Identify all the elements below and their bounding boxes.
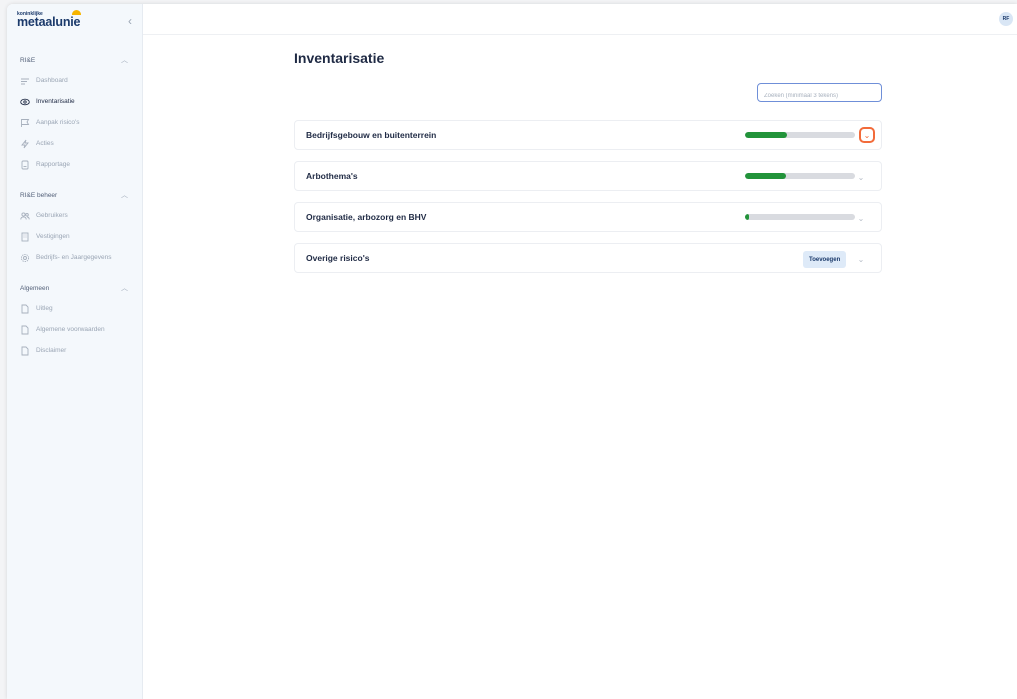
section-header[interactable]: RI&E beheer ︿ bbox=[7, 189, 142, 201]
flag-icon bbox=[20, 118, 30, 128]
section-title: Algemeen bbox=[20, 284, 50, 292]
gear-icon bbox=[20, 253, 30, 263]
chevron-up-icon: ︿ bbox=[121, 57, 128, 64]
logo-big-text: metaalunie bbox=[17, 14, 81, 29]
sidebar-item-acties[interactable]: Acties bbox=[7, 133, 142, 154]
row-title: Bedrijfsgebouw en buitenterrein bbox=[306, 130, 437, 140]
section-header[interactable]: RI&E ︿ bbox=[7, 54, 142, 66]
sidebar-item-label: Aanpak risico's bbox=[36, 119, 80, 126]
sidebar-item-inventarisatie[interactable]: Inventarisatie bbox=[7, 91, 142, 112]
row-title: Overige risico's bbox=[306, 253, 370, 263]
section-title: RI&E beheer bbox=[20, 191, 58, 199]
category-row-arbothemas[interactable]: Arbothema's ⌄ bbox=[294, 161, 882, 191]
sidebar-item-dashboard[interactable]: Dashboard bbox=[7, 70, 142, 91]
chevron-down-icon[interactable]: ⌄ bbox=[855, 212, 867, 224]
sidebar-item-label: Bedrijfs- en Jaargegevens bbox=[36, 254, 112, 261]
progress-fill bbox=[745, 132, 787, 138]
report-icon bbox=[20, 160, 30, 170]
sidebar-item-label: Inventarisatie bbox=[36, 98, 75, 105]
eye-icon bbox=[20, 97, 30, 107]
page-title: Inventarisatie bbox=[294, 50, 385, 66]
row-title: Arbothema's bbox=[306, 171, 358, 181]
chevron-down-icon[interactable]: ⌄ bbox=[855, 253, 867, 265]
sidebar-item-aanpak-risicos[interactable]: Aanpak risico's bbox=[7, 112, 142, 133]
users-icon bbox=[20, 211, 30, 221]
sidebar: koninklijke metaalunie ‹ RI&E ︿ Dashboar… bbox=[7, 4, 143, 699]
sidebar-item-label: Disclaimer bbox=[36, 347, 67, 354]
category-row-overige-risicos[interactable]: Overige risico's Toevoegen ⌄ bbox=[294, 243, 882, 273]
category-row-organisatie[interactable]: Organisatie, arbozorg en BHV ⌄ bbox=[294, 202, 882, 232]
chevron-up-icon: ︿ bbox=[121, 285, 128, 292]
sidebar-item-label: Vestigingen bbox=[36, 233, 70, 240]
sidebar-item-gebruikers[interactable]: Gebruikers bbox=[7, 205, 142, 226]
topbar: RF bbox=[143, 4, 1017, 35]
progress-bar bbox=[745, 214, 855, 220]
logo-sun-icon bbox=[72, 9, 81, 15]
list-icon bbox=[20, 76, 30, 86]
search-input[interactable] bbox=[758, 87, 881, 105]
sidebar-item-label: Rapportage bbox=[36, 161, 70, 168]
sidebar-section-rie: RI&E ︿ Dashboard Inventarisatie Aanpak r… bbox=[7, 54, 142, 175]
progress-fill bbox=[745, 173, 786, 179]
chevron-up-icon: ︿ bbox=[121, 192, 128, 199]
search-box bbox=[757, 83, 882, 105]
sidebar-item-vestigingen[interactable]: Vestigingen bbox=[7, 226, 142, 247]
sidebar-item-bedrijfsgegevens[interactable]: Bedrijfs- en Jaargegevens bbox=[7, 247, 142, 268]
sidebar-item-label: Algemene voorwaarden bbox=[36, 326, 105, 333]
sidebar-item-label: Acties bbox=[36, 140, 54, 147]
progress-fill bbox=[745, 214, 750, 220]
sidebar-item-algemene-voorwaarden[interactable]: Algemene voorwaarden bbox=[7, 319, 142, 340]
section-header[interactable]: Algemeen ︿ bbox=[7, 282, 142, 294]
sidebar-item-label: Uitleg bbox=[36, 305, 53, 312]
building-icon bbox=[20, 232, 30, 242]
sidebar-item-uitleg[interactable]: Uitleg bbox=[7, 298, 142, 319]
sidebar-section-algemeen: Algemeen ︿ Uitleg Algemene voorwaarden D… bbox=[7, 282, 142, 361]
document-icon bbox=[20, 325, 30, 335]
sidebar-section-rie-beheer: RI&E beheer ︿ Gebruikers Vestigingen Bed… bbox=[7, 189, 142, 268]
sidebar-item-disclaimer[interactable]: Disclaimer bbox=[7, 340, 142, 361]
sidebar-item-label: Dashboard bbox=[36, 77, 68, 84]
main-content: Inventarisatie Bedrijfsgebouw en buitent… bbox=[294, 50, 882, 273]
row-title: Organisatie, arbozorg en BHV bbox=[306, 212, 427, 222]
add-button[interactable]: Toevoegen bbox=[803, 251, 847, 268]
chevron-down-icon[interactable]: ⌄ bbox=[859, 127, 875, 143]
logo[interactable]: koninklijke metaalunie bbox=[17, 9, 81, 29]
chevron-left-icon[interactable]: ‹ bbox=[128, 14, 132, 28]
avatar[interactable]: RF bbox=[999, 12, 1013, 26]
sidebar-item-label: Gebruikers bbox=[36, 212, 68, 219]
chevron-down-icon[interactable]: ⌄ bbox=[855, 171, 867, 183]
progress-bar bbox=[745, 173, 855, 179]
logo-row: koninklijke metaalunie ‹ bbox=[7, 4, 142, 36]
app-window: koninklijke metaalunie ‹ RI&E ︿ Dashboar… bbox=[7, 4, 1017, 699]
document-icon bbox=[20, 346, 30, 356]
lightning-icon bbox=[20, 139, 30, 149]
category-row-bedrijfsgebouw[interactable]: Bedrijfsgebouw en buitenterrein ⌄ bbox=[294, 120, 882, 150]
category-list: Bedrijfsgebouw en buitenterrein ⌄ Arboth… bbox=[294, 120, 882, 284]
progress-bar bbox=[745, 132, 855, 138]
document-icon bbox=[20, 304, 30, 314]
section-title: RI&E bbox=[20, 56, 36, 64]
sidebar-item-rapportage[interactable]: Rapportage bbox=[7, 154, 142, 175]
